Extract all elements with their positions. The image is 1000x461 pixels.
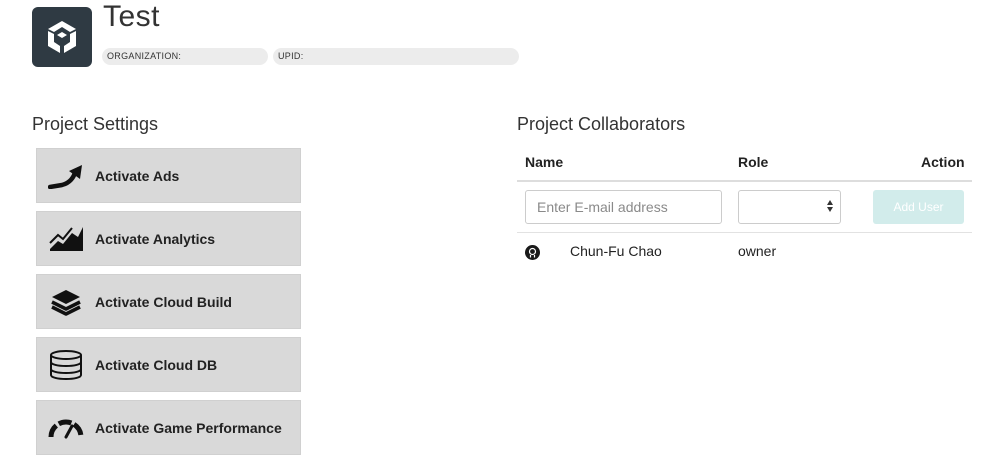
speedometer-icon: [37, 400, 95, 455]
activate-ads-label: Activate Ads: [95, 167, 180, 184]
collaborator-name: Chun-Fu Chao: [570, 243, 662, 259]
role-select[interactable]: [738, 190, 841, 224]
column-header-role: Role: [738, 154, 769, 170]
column-header-name: Name: [525, 154, 564, 170]
add-user-button[interactable]: Add User: [873, 190, 964, 224]
organization-badge: ORGANIZATION:: [102, 48, 268, 65]
project-title: Test: [103, 0, 161, 33]
user-avatar-icon: [525, 245, 540, 260]
upid-badge: UPID:: [273, 48, 519, 65]
database-icon: [37, 337, 95, 392]
project-collaborators-title: Project Collaborators: [517, 114, 686, 134]
activate-cloud-db-button[interactable]: Activate Cloud DB: [36, 337, 301, 392]
activate-cloud-build-button[interactable]: Activate Cloud Build: [36, 274, 301, 329]
activate-game-performance-label: Activate Game Performance: [95, 419, 282, 436]
email-input[interactable]: [525, 190, 722, 224]
collaborator-role: owner: [738, 243, 777, 259]
activate-analytics-label: Activate Analytics: [95, 230, 216, 247]
analytics-chart-icon: [37, 211, 95, 266]
activate-cloud-build-label: Activate Cloud Build: [95, 293, 232, 310]
activate-cloud-db-label: Activate Cloud DB: [95, 356, 218, 373]
table-header-divider: [517, 180, 972, 182]
select-arrows-icon: [827, 200, 833, 212]
project-settings-title: Project Settings: [32, 114, 159, 134]
column-header-action: Action: [921, 154, 965, 170]
unity-services-page: Test ORGANIZATION: UPID: Project Setting…: [0, 0, 1000, 461]
ads-arrow-icon: [37, 148, 95, 203]
activate-game-performance-button[interactable]: Activate Game Performance: [36, 400, 301, 455]
cloud-build-stack-icon: [37, 274, 95, 329]
activate-ads-button[interactable]: Activate Ads: [36, 148, 301, 203]
table-row-divider: [517, 232, 972, 233]
activate-analytics-button[interactable]: Activate Analytics: [36, 211, 301, 266]
unity-logo-icon: [32, 7, 92, 67]
